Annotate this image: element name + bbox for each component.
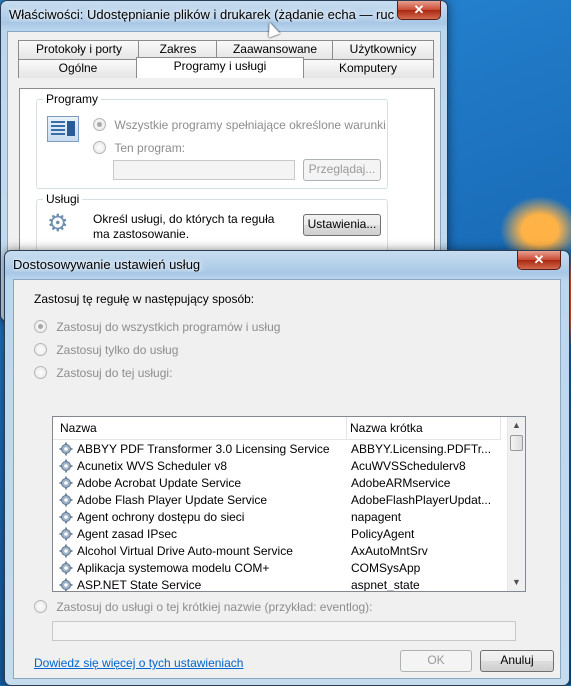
services-settings-button[interactable]: Ustawienia... [303,214,381,236]
service-row[interactable]: Adobe Flash Player Update Service AdobeFl… [53,492,507,509]
apply-short-name-label: Zastosuj do usługi o tej krótkiej nazwie… [56,600,373,614]
apply-services-only-radio[interactable] [34,343,47,356]
service-row[interactable]: Aplikacja systemowa modelu COM+ COMSysApp [53,560,507,577]
service-gear-icon [59,442,73,456]
column-header-name[interactable]: Nazwa [53,417,347,439]
service-row[interactable]: Adobe Acrobat Update Service AdobeARMserv… [53,475,507,492]
services-group-label: Usługi [43,192,83,206]
service-name: Alcohol Virtual Drive Auto-mount Service [77,544,293,558]
short-name-input[interactable] [52,621,516,641]
apply-all-radio[interactable] [34,320,47,333]
service-name: Adobe Flash Player Update Service [77,493,268,507]
services-list[interactable]: Nazwa Nazwa krótka ABBYY PDF Transformer… [52,416,526,592]
programs-group: Programy Wszystkie programy spełniające … [36,92,388,189]
scroll-thumb[interactable] [510,435,523,451]
service-gear-icon [59,459,73,473]
program-path-input[interactable] [113,160,295,180]
apply-this-service-label: Zastosuj do tej usługi: [56,366,173,380]
column-header-short-name[interactable]: Nazwa krótka [343,417,501,439]
browse-button[interactable]: Przeglądaj... [303,159,381,181]
apply-short-name-option[interactable]: Zastosuj do usługi o tej krótkiej nazwie… [34,600,373,614]
service-gear-icon [59,544,73,558]
service-row[interactable]: Acunetix WVS Scheduler v8 AcuWVSScheduler… [53,458,507,475]
programs-group-label: Programy [43,92,102,106]
window-title: Właściwości: Udostępnianie plików i druk… [9,7,395,22]
tab-protocols-ports[interactable]: Protokoły i porty [18,40,140,59]
service-name: Adobe Acrobat Update Service [77,476,242,490]
dialog-client: Zastosuj tę regułę w następujący sposób:… [13,279,561,679]
service-short-name: PolicyAgent [351,527,415,541]
apply-services-only-option[interactable]: Zastosuj tylko do usług [34,343,178,357]
service-short-name: AdobeARMservice [351,476,451,490]
cancel-button[interactable]: Anuluj [480,650,554,672]
this-program-label: Ten program: [114,141,186,155]
tab-programs-services[interactable]: Programy i usługi [136,57,304,78]
apply-all-label: Zastosuj do wszystkich programów i usług [56,320,281,334]
service-short-name: ABBYY.Licensing.PDFTr... [351,442,491,456]
this-program-option[interactable]: Ten program: [93,141,185,155]
apply-this-service-option[interactable]: Zastosuj do tej usługi: [34,366,172,380]
service-name: ABBYY PDF Transformer 3.0 Licensing Serv… [77,442,330,456]
service-name: Acunetix WVS Scheduler v8 [77,459,228,473]
service-gear-icon [59,527,73,541]
service-gear-icon [59,510,73,524]
service-gear-icon [59,493,73,507]
service-short-name: COMSysApp [351,561,421,575]
service-name: ASP.NET State Service [77,578,202,592]
services-list-scrollbar[interactable]: ▲ ▼ [507,417,525,591]
service-name: Agent zasad IPsec [77,527,178,541]
services-gear-icon: ⚙ [47,210,69,237]
service-short-name: aspnet_state [351,578,420,592]
service-gear-icon [59,578,73,591]
customize-services-dialog: Dostosowywanie ustawień usług ✕ Zastosuj… [4,250,570,686]
tab-general[interactable]: Ogólne [18,59,138,78]
learn-more-link[interactable]: Dowiedz się więcej o tych ustawieniach [34,656,243,670]
service-short-name: AxAutoMntSrv [351,544,428,558]
service-short-name: AcuWVSSchedulerv8 [351,459,466,473]
apply-services-only-label: Zastosuj tylko do usług [56,343,179,357]
service-short-name: AdobeFlashPlayerUpdat... [351,493,491,507]
services-list-header: Nazwa Nazwa krótka [53,417,501,440]
service-gear-icon [59,476,73,490]
apply-this-service-radio[interactable] [34,366,47,379]
service-name: Agent ochrony dostępu do sieci [77,510,245,524]
all-programs-radio[interactable] [93,118,106,131]
all-programs-label: Wszystkie programy spełniające określone… [114,118,386,132]
scroll-down-icon[interactable]: ▼ [508,574,525,591]
this-program-radio[interactable] [93,141,106,154]
tab-users[interactable]: Użytkownicy [332,40,434,59]
service-row[interactable]: Agent ochrony dostępu do sieci napagent [53,509,507,526]
tab-computers[interactable]: Komputery [302,59,434,78]
apply-all-option[interactable]: Zastosuj do wszystkich programów i usług [34,320,280,334]
service-short-name: napagent [351,510,402,524]
service-row[interactable]: ASP.NET State Service aspnet_state [53,577,507,592]
dialog-title: Dostosowywanie ustawień usług [13,257,201,272]
service-name: Aplikacja systemowa modelu COM+ [77,561,270,575]
services-description: Określ usługi, do których ta reguła ma z… [93,212,275,241]
program-window-icon [47,116,79,142]
ok-button[interactable]: OK [400,650,472,672]
close-button[interactable]: ✕ [397,1,441,20]
apply-short-name-radio[interactable] [34,600,47,613]
apply-rule-label: Zastosuj tę regułę w następujący sposób: [34,292,255,306]
scroll-up-icon[interactable]: ▲ [508,417,525,434]
service-row[interactable]: Agent zasad IPsec PolicyAgent [53,526,507,543]
all-programs-option[interactable]: Wszystkie programy spełniające określone… [93,118,386,132]
service-row[interactable]: Alcohol Virtual Drive Auto-mount Service… [53,543,507,560]
dialog-close-button[interactable]: ✕ [517,251,561,270]
service-row[interactable]: ABBYY PDF Transformer 3.0 Licensing Serv… [53,441,507,458]
service-gear-icon [59,561,73,575]
